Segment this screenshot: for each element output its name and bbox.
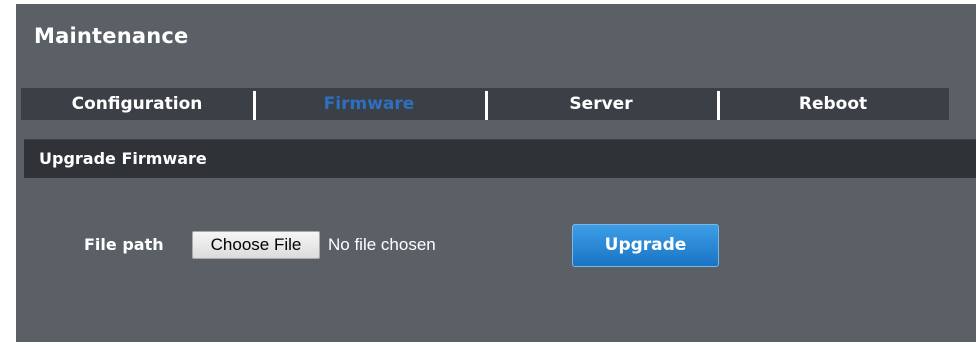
tab-configuration[interactable]: Configuration	[21, 88, 253, 120]
section-title: Upgrade Firmware	[39, 149, 207, 168]
tab-server[interactable]: Server	[485, 88, 717, 120]
file-status-text: No file chosen	[328, 235, 436, 254]
tab-reboot[interactable]: Reboot	[717, 88, 949, 120]
choose-file-button[interactable]: Choose File	[192, 231, 320, 259]
tab-bar: Configuration Firmware Server Reboot	[21, 88, 949, 120]
tab-firmware[interactable]: Firmware	[253, 88, 485, 120]
maintenance-panel: Maintenance Configuration Firmware Serve…	[16, 4, 976, 342]
section-header: Upgrade Firmware	[24, 139, 976, 178]
page-title: Maintenance	[34, 24, 189, 48]
upgrade-button[interactable]: Upgrade	[572, 224, 719, 267]
file-path-label: File path	[84, 235, 164, 254]
